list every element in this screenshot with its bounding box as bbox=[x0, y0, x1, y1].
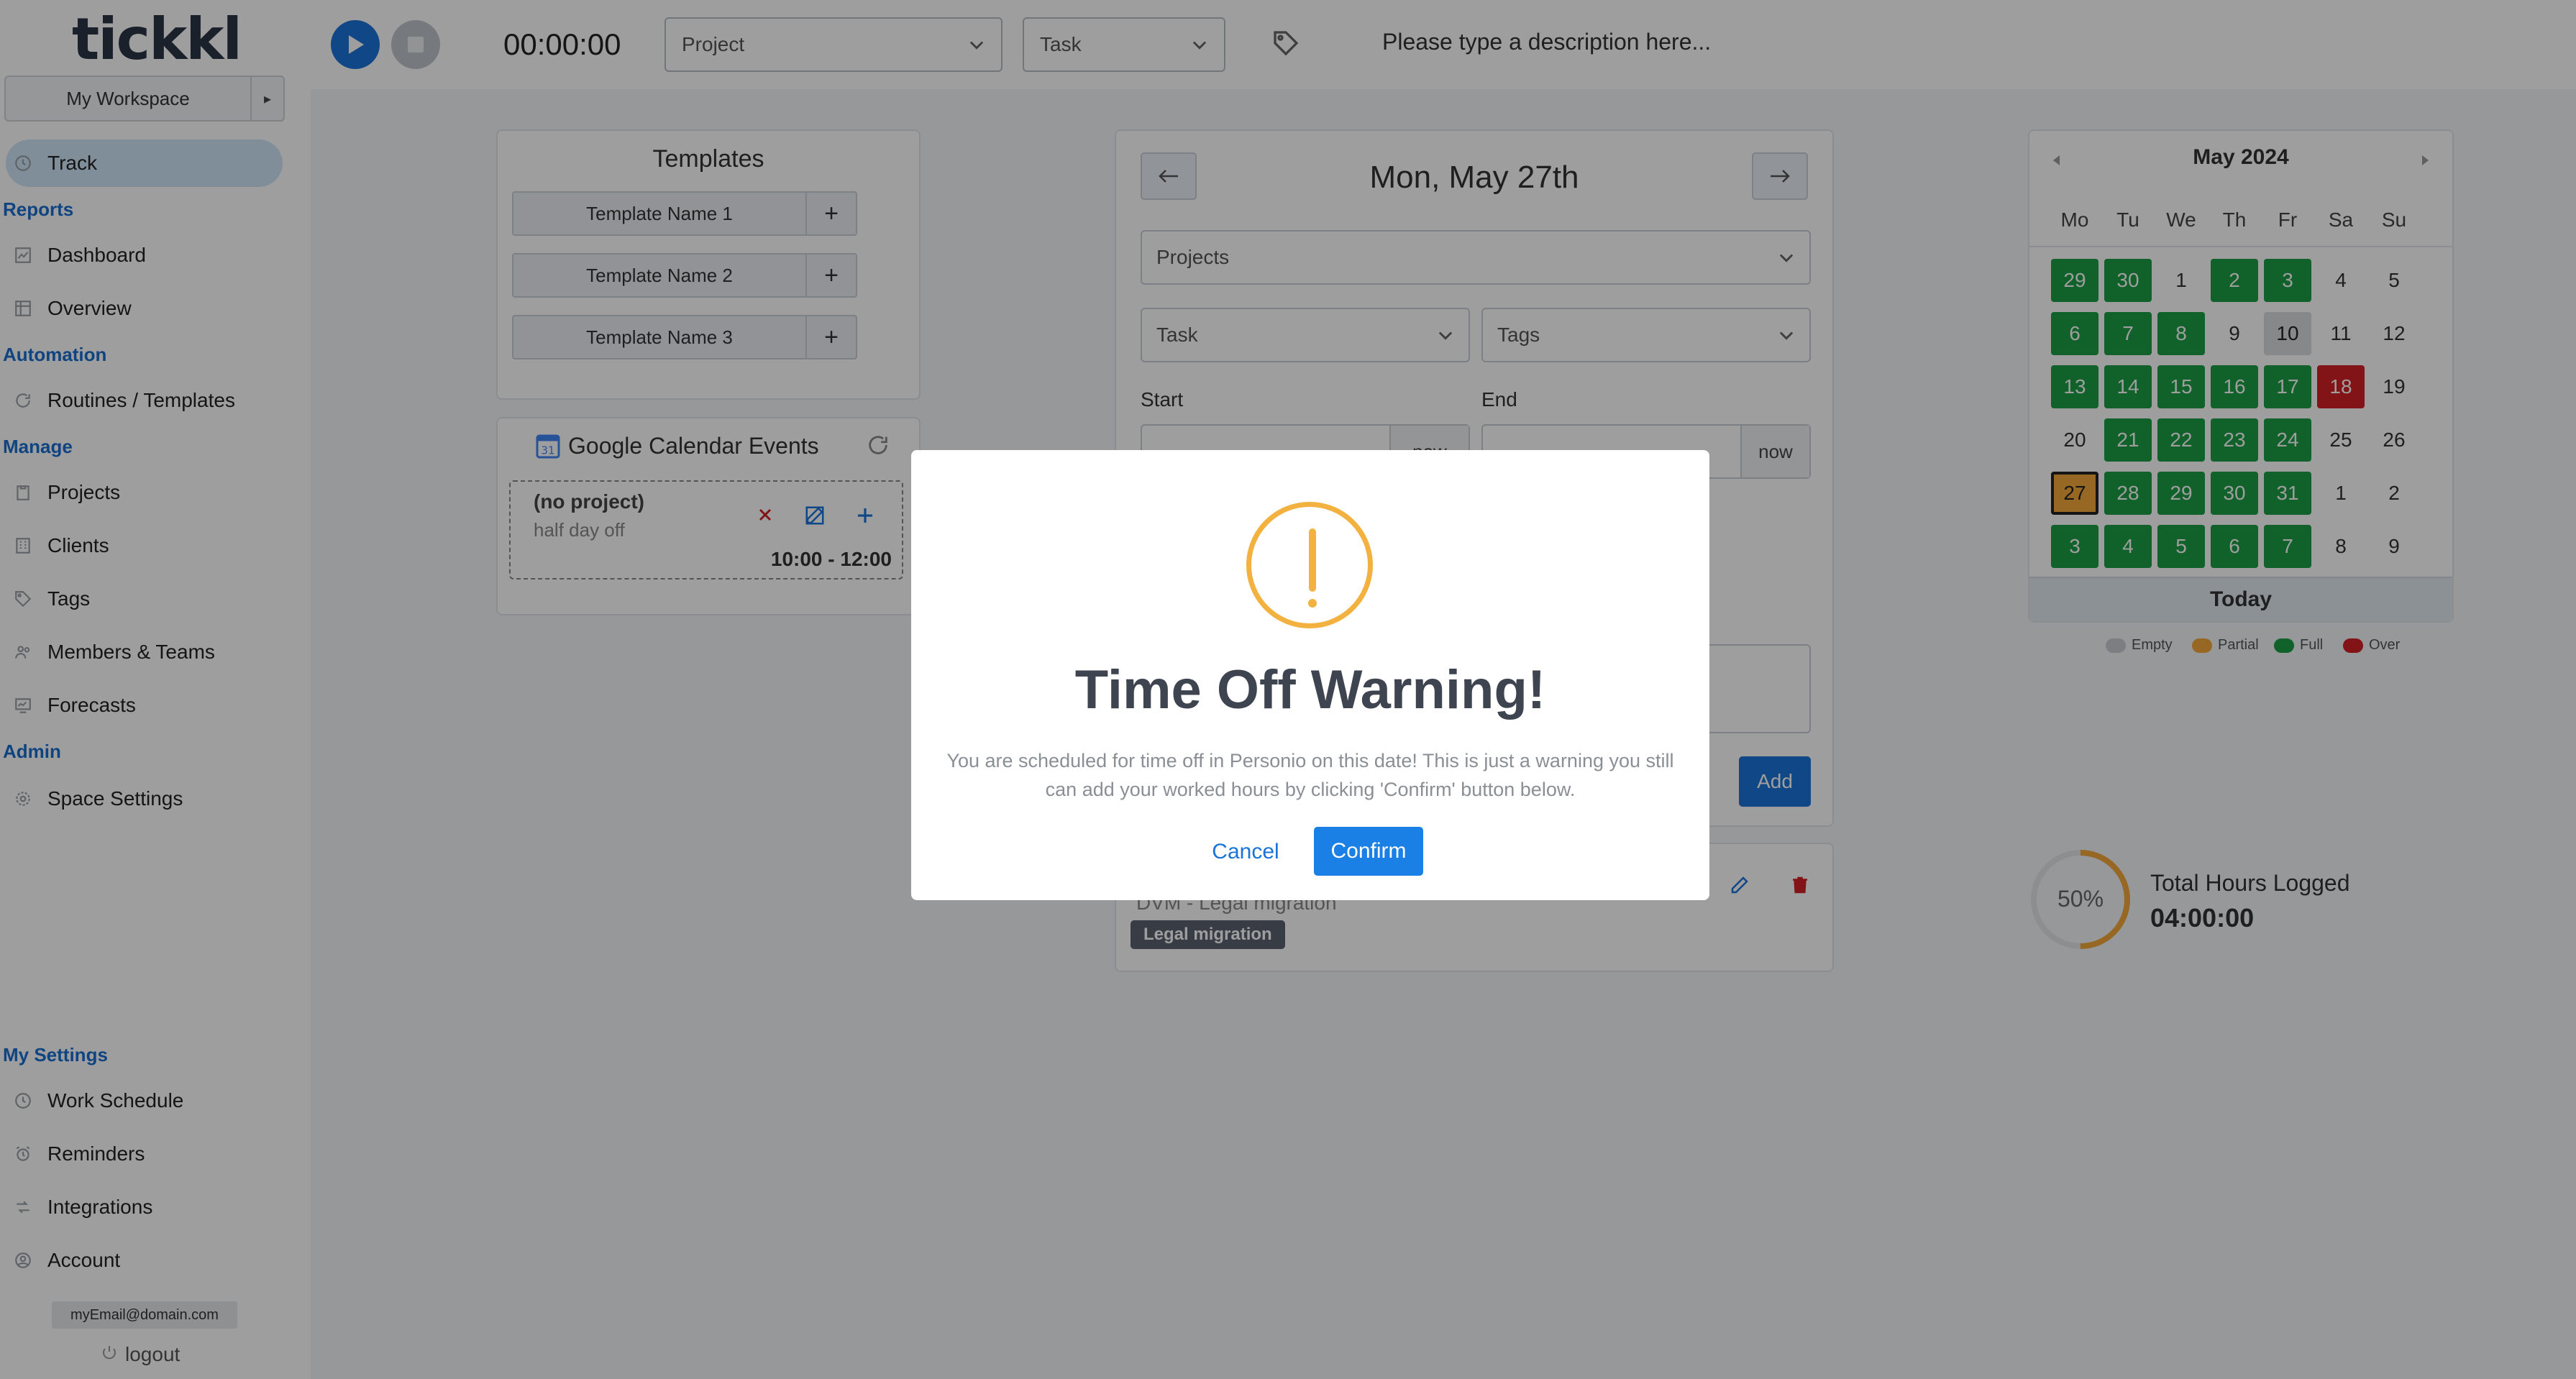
dialog-message: You are scheduled for time off in Person… bbox=[946, 750, 1674, 800]
warning-icon bbox=[1246, 502, 1373, 628]
warning-icon-bar bbox=[1309, 528, 1316, 592]
confirm-button[interactable]: Confirm bbox=[1314, 827, 1423, 876]
cancel-button[interactable]: Cancel bbox=[1206, 828, 1285, 876]
dialog-title: Time Off Warning! bbox=[1074, 659, 1546, 720]
time-off-warning-dialog: Time Off Warning! You are scheduled for … bbox=[911, 450, 1709, 900]
warning-icon-dot bbox=[1308, 599, 1317, 608]
